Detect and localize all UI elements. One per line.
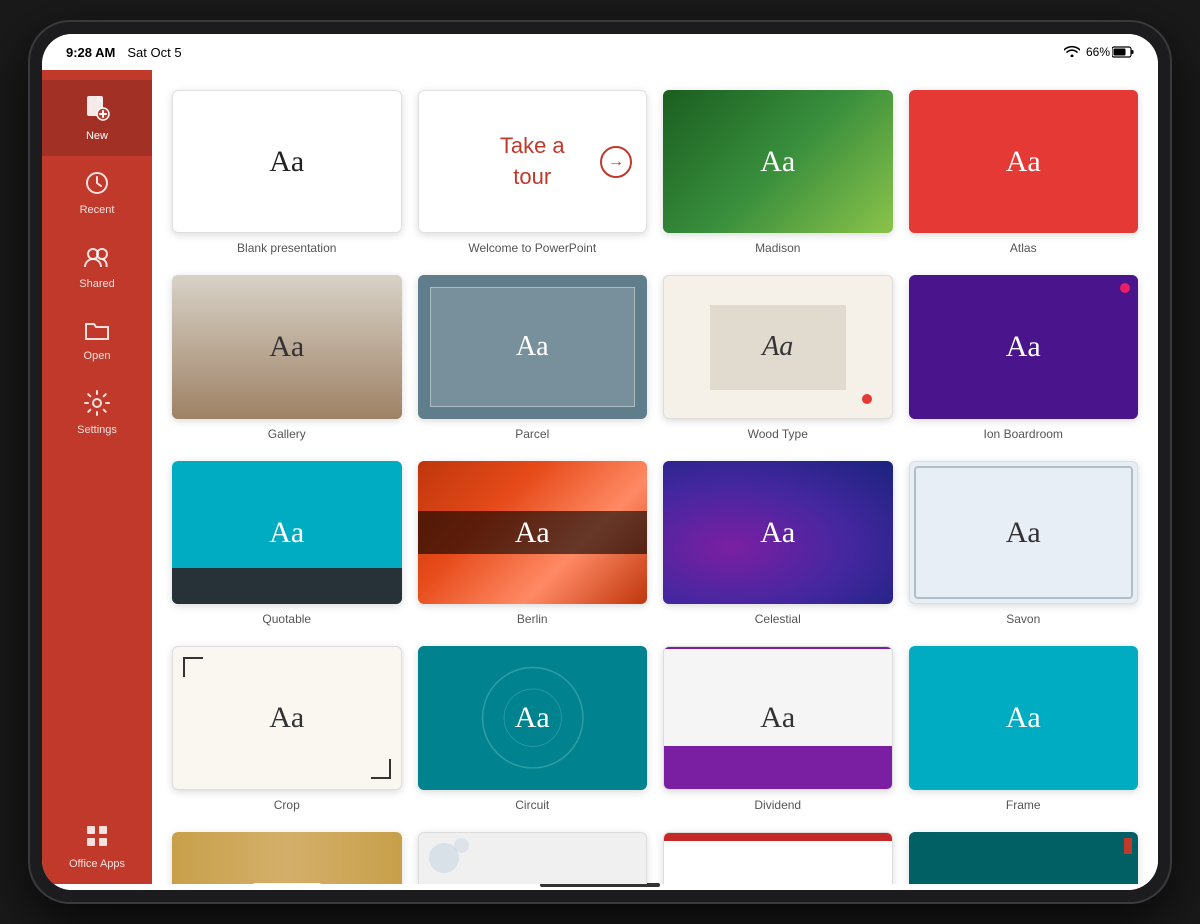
template-frame[interactable]: Aa Frame xyxy=(909,646,1139,811)
template-thumb-savon: Aa xyxy=(909,461,1139,604)
template-name-dividend: Dividend xyxy=(754,798,801,812)
ion-boardroom-pin xyxy=(1120,283,1130,293)
sidebar-item-shared[interactable]: Shared xyxy=(42,230,152,304)
template-thumb-gallery: Aa xyxy=(172,275,402,418)
sidebar-item-open[interactable]: Open xyxy=(42,304,152,376)
sidebar-item-settings[interactable]: Settings xyxy=(42,376,152,450)
sidebar: New Recent xyxy=(42,70,152,884)
template-gallery[interactable]: Aa Gallery xyxy=(172,275,402,440)
ion-flag xyxy=(1124,838,1132,854)
status-bar: 9:28 AM Sat Oct 5 66% xyxy=(42,34,1158,70)
template-thumb-frame: Aa xyxy=(909,646,1139,789)
template-woodtype[interactable]: Aa Wood Type xyxy=(663,275,893,440)
template-thumb-quotable: Aa xyxy=(172,461,402,604)
template-ion-boardroom[interactable]: Aa Ion Boardroom xyxy=(909,275,1139,440)
sidebar-label-settings: Settings xyxy=(77,424,117,436)
template-name-quotable: Quotable xyxy=(262,612,311,626)
tour-text-line2: tour xyxy=(513,164,551,190)
template-crop[interactable]: Aa Crop xyxy=(172,646,402,811)
template-blank[interactable]: Aa Blank presentation xyxy=(172,90,402,255)
template-thumb-tour: Take a tour → xyxy=(418,90,648,233)
template-tour[interactable]: Take a tour → Welcome to PowerPoint xyxy=(418,90,648,255)
template-name-ion-boardroom: Ion Boardroom xyxy=(984,427,1063,441)
battery-icon: 66% xyxy=(1086,45,1134,59)
open-icon xyxy=(83,318,111,346)
template-thumb-atlas: Aa xyxy=(909,90,1139,233)
template-droplet[interactable]: Aa Droplet xyxy=(418,832,648,884)
tour-arrow-icon: → xyxy=(600,146,632,178)
status-time: 9:28 AM xyxy=(66,45,115,60)
template-thumb-droplet: Aa xyxy=(418,832,648,884)
sidebar-label-office-apps: Office Apps xyxy=(69,858,125,870)
sidebar-item-recent[interactable]: Recent xyxy=(42,156,152,230)
recent-icon xyxy=(84,170,110,200)
template-name-gallery: Gallery xyxy=(268,427,306,441)
template-name-celestial: Celestial xyxy=(755,612,801,626)
device-frame: 9:28 AM Sat Oct 5 66% xyxy=(30,22,1170,902)
template-name-madison: Madison xyxy=(755,241,800,255)
template-circuit[interactable]: Aa Circuit xyxy=(418,646,648,811)
template-name-circuit: Circuit xyxy=(515,798,549,812)
sidebar-label-recent: Recent xyxy=(80,204,115,216)
parcel-inner-box: Aa xyxy=(430,287,636,406)
status-icons: 66% xyxy=(1064,45,1134,60)
template-madison[interactable]: Aa Madison xyxy=(663,90,893,255)
template-thumb-ion: Aa xyxy=(909,832,1139,884)
template-dividend[interactable]: Aa Dividend xyxy=(663,646,893,811)
template-organic[interactable]: Aa Organic xyxy=(172,832,402,884)
sidebar-item-new[interactable]: New xyxy=(42,80,152,156)
template-thumb-celestial: Aa xyxy=(663,461,893,604)
template-name-berlin: Berlin xyxy=(517,612,548,626)
template-name-savon: Savon xyxy=(1006,612,1040,626)
template-thumb-main-event: Aa xyxy=(663,832,893,884)
wifi-icon xyxy=(1064,45,1080,60)
template-thumb-berlin: Aa xyxy=(418,461,648,604)
crop-bracket-br xyxy=(371,759,391,779)
main-event-top-stripe xyxy=(664,833,892,841)
template-main-event[interactable]: Aa Main Event xyxy=(663,832,893,884)
device-screen: 9:28 AM Sat Oct 5 66% xyxy=(42,34,1158,890)
template-thumb-crop: Aa xyxy=(172,646,402,789)
template-thumb-circuit: Aa xyxy=(418,646,648,789)
template-name-frame: Frame xyxy=(1006,798,1041,812)
template-name-blank: Blank presentation xyxy=(237,241,336,255)
template-thumb-parcel: Aa xyxy=(418,275,648,418)
template-thumb-blank: Aa xyxy=(172,90,402,233)
main-content[interactable]: Aa Blank presentation Take a tour → xyxy=(152,70,1158,884)
office-apps-icon xyxy=(85,824,109,854)
shared-icon xyxy=(83,244,111,274)
template-quotable[interactable]: Aa Quotable xyxy=(172,461,402,626)
app-layout: New Recent xyxy=(42,70,1158,884)
template-thumb-woodtype: Aa xyxy=(663,275,893,418)
template-thumb-madison: Aa xyxy=(663,90,893,233)
sidebar-label-open: Open xyxy=(84,350,111,362)
status-date: Sat Oct 5 xyxy=(127,45,181,60)
sidebar-item-office-apps[interactable]: Office Apps xyxy=(42,810,152,884)
new-icon xyxy=(84,94,110,126)
template-atlas[interactable]: Aa Atlas xyxy=(909,90,1139,255)
template-celestial[interactable]: Aa Celestial xyxy=(663,461,893,626)
tour-text-line1: Take a xyxy=(500,133,565,159)
template-berlin[interactable]: Aa Berlin xyxy=(418,461,648,626)
template-name-parcel: Parcel xyxy=(515,427,549,441)
template-thumb-organic: Aa xyxy=(172,832,402,884)
templates-grid: Aa Blank presentation Take a tour → xyxy=(172,90,1138,884)
template-savon[interactable]: Aa Savon xyxy=(909,461,1139,626)
template-ion[interactable]: Aa Ion xyxy=(909,832,1139,884)
template-parcel[interactable]: Aa Parcel xyxy=(418,275,648,440)
bottom-bar xyxy=(42,884,1158,890)
sidebar-label-new: New xyxy=(86,130,108,142)
woodtype-dot xyxy=(862,394,872,404)
template-name-woodtype: Wood Type xyxy=(748,427,808,441)
crop-bracket-tl xyxy=(183,657,203,677)
template-thumb-dividend: Aa xyxy=(663,646,893,789)
template-name-crop: Crop xyxy=(274,798,300,812)
sidebar-label-shared: Shared xyxy=(79,278,114,290)
settings-icon xyxy=(84,390,110,420)
template-name-tour: Welcome to PowerPoint xyxy=(468,241,596,255)
template-thumb-ion-boardroom: Aa xyxy=(909,275,1139,418)
quotable-bottom-bar xyxy=(172,568,402,604)
template-name-atlas: Atlas xyxy=(1010,241,1037,255)
